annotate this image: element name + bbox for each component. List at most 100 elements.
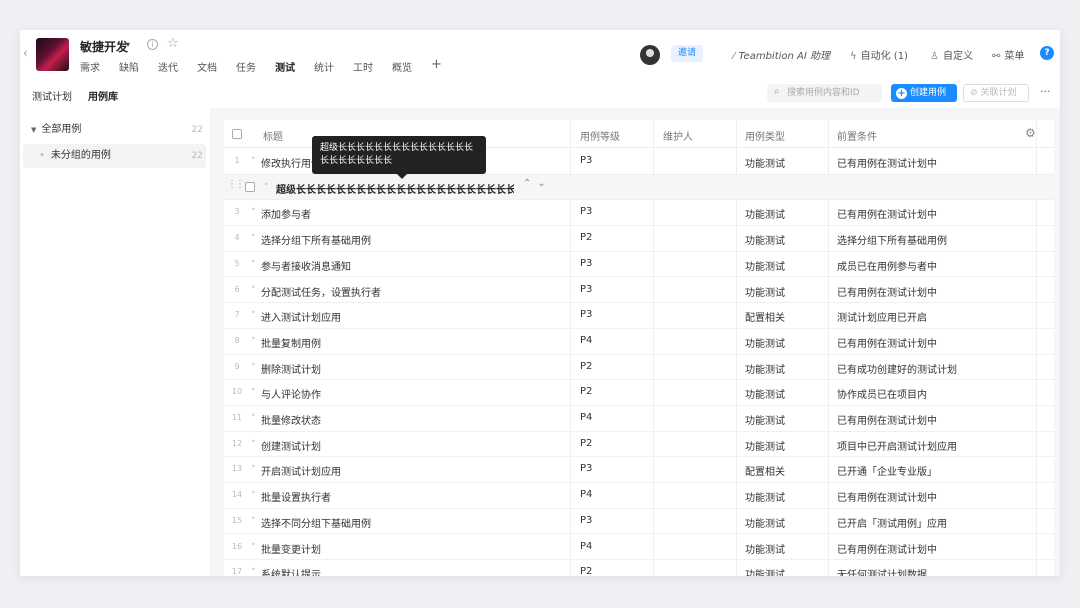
column-header-type[interactable]: 用例类型 [745,128,785,143]
case-title[interactable]: 进入测试计划应用 [261,309,531,324]
caret-down-icon[interactable]: ▼ [31,126,36,134]
case-level: P2 [580,437,593,449]
case-level: P3 [580,514,593,526]
select-all-checkbox[interactable] [232,129,242,139]
nav-tab-4[interactable]: 任务 [236,59,256,75]
table-row[interactable]: 12 • 创建测试计划 P2 功能测试 项目中已开启测试计划应用 [224,432,1054,458]
nav-tab-3[interactable]: 文档 [197,59,217,75]
column-header-title[interactable]: 标题 [263,128,283,143]
sidebar-item-all-cases[interactable]: ▼ 全部用例 22 [23,118,206,142]
table-row[interactable]: 13 • 开启测试计划应用 P3 配置相关 已开通「企业专业版」 [224,457,1054,484]
row-checkbox[interactable] [245,181,255,192]
avatar[interactable] [640,45,660,65]
case-type: 功能测试 [745,518,785,530]
drag-handle-icon[interactable]: ⋮⋮ [227,179,245,190]
column-header-precondition[interactable]: 前置条件 [837,128,877,143]
project-name[interactable]: 敏捷开发 [80,38,128,55]
table-row[interactable]: 4 • 选择分组下所有基础用例 P2 功能测试 选择分组下所有基础用例 [224,226,1054,252]
add-tab-icon[interactable]: + [431,58,442,75]
table-row[interactable]: 17 • 系统默认提示 P2 功能测试 无任何测试计划数据 [224,560,1054,576]
sidebar-item-label: 未分组的用例 [50,150,111,161]
nav-tab-8[interactable]: 概览 [392,59,412,75]
case-level: P2 [580,386,593,398]
search-box[interactable]: ⌕ [767,84,882,102]
more-icon[interactable]: ··· [1040,85,1051,98]
customize-button[interactable]: ♙ 自定义 [930,47,973,62]
case-title[interactable]: 批量修改状态 [261,412,531,427]
table-row[interactable]: 8 • 批量复制用例 P4 功能测试 已有用例在测试计划中 [224,329,1054,355]
case-title[interactable]: 开启测试计划应用 [261,463,531,478]
table-row[interactable]: 11 • 批量修改状态 P4 功能测试 已有用例在测试计划中 [224,406,1054,432]
case-title[interactable]: 参与者接收消息通知 [261,258,531,273]
tab-case-library[interactable]: 用例库 [88,88,118,111]
table-row[interactable]: 3 • 添加参与者 P3 功能测试 已有用例在测试计划中 [224,200,1054,227]
tab-test-plan[interactable]: 测试计划 [32,88,72,103]
bullet-icon: • [251,565,256,575]
sidebar-item-ungrouped[interactable]: • 未分组的用例 22 [23,144,206,168]
chevron-down-icon[interactable]: ▾ [126,40,130,49]
case-title[interactable]: 分配测试任务，设置执行者 [261,284,531,299]
row-number: 13 [231,464,243,474]
table-row[interactable]: 5 • 参与者接收消息通知 P3 功能测试 成员已在用例参与者中 [224,252,1054,278]
row-number: 15 [231,515,243,525]
case-level: P3 [580,309,593,321]
case-title[interactable]: 与人评论协作 [261,386,531,401]
nav-tab-7[interactable]: 工时 [353,59,373,75]
row-number: 8 [234,335,240,345]
case-title[interactable]: 系统默认提示 [261,566,531,576]
sidebar-item-label: 全部用例 [41,124,82,135]
nav-tab-6[interactable]: 统计 [314,59,334,75]
bullet-icon: • [251,333,256,343]
case-precondition: 测试计划应用已开启 [837,313,927,325]
title-edit-field[interactable]: 超级长长长长长长长长长长长长长长长长长长长长长长长 [276,181,514,196]
chevron-down-icon[interactable]: ⌄ [537,178,545,189]
project-cover-image[interactable] [36,38,69,71]
info-icon[interactable]: i [147,39,158,50]
bullet-icon: • [251,513,256,523]
column-header-maintainer[interactable]: 维护人 [663,128,693,143]
nav-tab-5[interactable]: 测试 [275,59,295,75]
case-title[interactable]: 选择不同分组下基础用例 [261,515,531,530]
case-title[interactable]: 添加参与者 [261,206,531,221]
table-row-editing[interactable]: ⋮⋮ • 超级长长长长长长长长长长长长长长长长长长长长长长长 ⌃ ⌄ [224,174,1054,201]
bullet-icon: • [251,256,256,266]
case-title[interactable]: 删除测试计划 [261,361,531,376]
row-number: 5 [234,258,240,268]
case-title[interactable]: 批量复制用例 [261,335,531,350]
table-row[interactable]: 7 • 进入测试计划应用 P3 配置相关 测试计划应用已开启 [224,303,1054,329]
gear-icon[interactable]: ⚙ [1025,126,1036,140]
table-row[interactable]: 9 • 删除测试计划 P2 功能测试 已有成功创建好的测试计划 [224,355,1054,381]
nav-tab-1[interactable]: 缺陷 [119,59,139,75]
bullet-icon: • [251,539,256,549]
case-type: 配置相关 [745,313,785,325]
case-title[interactable]: 批量设置执行者 [261,489,531,504]
case-level: P4 [580,412,593,423]
chevron-left-icon[interactable]: ‹ [23,46,28,60]
case-title[interactable]: 创建测试计划 [261,438,531,453]
case-title[interactable]: 批量变更计划 [261,541,531,556]
table-row[interactable]: 15 • 选择不同分组下基础用例 P3 功能测试 已开启「测试用例」应用 [224,509,1054,535]
case-level: P4 [580,334,593,346]
automation-button[interactable]: ϟ 自动化 (1) [850,47,908,62]
row-number: 3 [234,207,240,217]
table-row[interactable]: 16 • 批量变更计划 P4 功能测试 已有用例在测试计划中 [224,535,1054,561]
chevron-up-icon[interactable]: ⌃ [523,178,531,189]
table-row[interactable]: 10 • 与人评论协作 P2 功能测试 协作成员已在项目内 [224,380,1054,406]
link-plan-button[interactable]: ⊘ 关联计划 [963,84,1029,102]
nav-tab-0[interactable]: 需求 [80,59,100,75]
case-title[interactable]: 选择分组下所有基础用例 [261,232,531,247]
case-type: 功能测试 [745,441,785,453]
star-icon[interactable]: ☆ [167,36,179,51]
invite-button[interactable]: 邀请 [671,45,703,62]
menu-button[interactable]: ⚯ 菜单 [992,47,1024,62]
nav-tab-2[interactable]: 迭代 [158,59,178,75]
table-row[interactable]: 6 • 分配测试任务，设置执行者 P3 功能测试 已有用例在测试计划中 [224,278,1054,304]
case-type: 功能测试 [745,416,785,427]
column-header-level[interactable]: 用例等级 [580,128,620,143]
search-input[interactable] [787,86,879,100]
help-icon[interactable]: ? [1040,46,1054,60]
ai-assistant-button[interactable]: ⁄ Teambition AI 助理 [733,47,830,62]
create-case-button[interactable]: + 创建用例 [891,84,957,102]
table-row[interactable]: 14 • 批量设置执行者 P4 功能测试 已有用例在测试计划中 [224,483,1054,509]
row-number: 10 [231,387,243,397]
